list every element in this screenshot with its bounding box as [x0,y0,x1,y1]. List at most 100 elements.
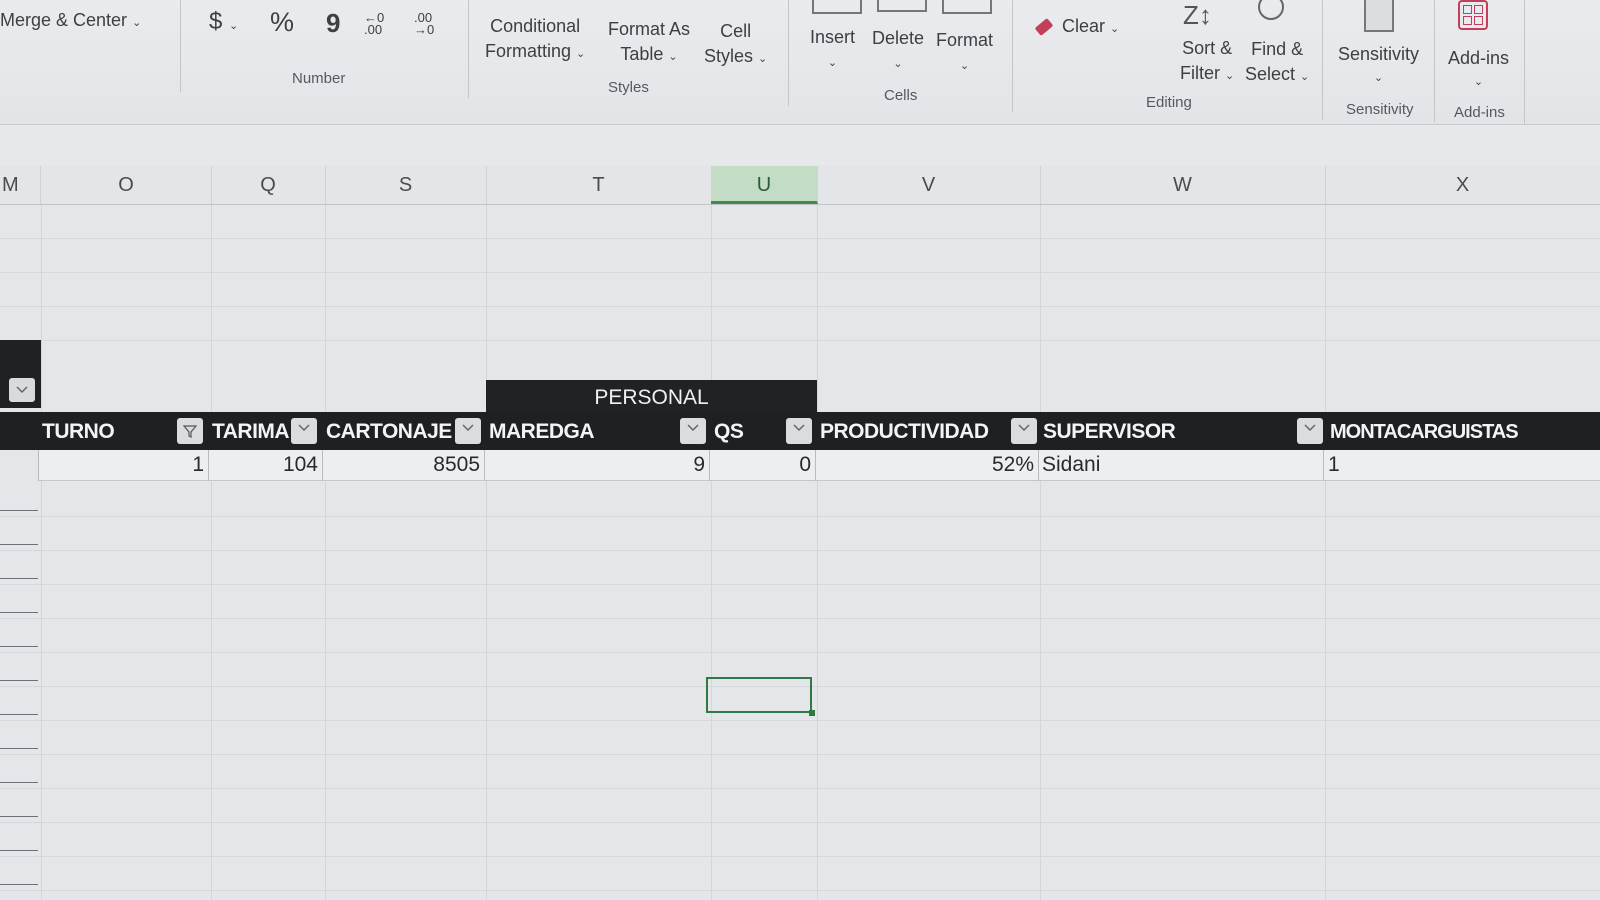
filter-dropdown-button[interactable] [291,418,317,444]
column-header-s[interactable]: S [325,166,487,204]
grid-line [1325,205,1326,900]
format-as-table-label-2: Table [620,44,664,64]
add-ins-label: Add-ins [1448,48,1510,68]
cell-productividad[interactable]: 52% [817,450,1034,480]
cell-border [208,450,209,481]
column-header-m[interactable]: M [0,166,41,204]
header-supervisor: SUPERVISOR [1043,420,1176,443]
increase-decimal-button[interactable]: ←0 .00 [364,11,394,36]
decrease-decimal-button[interactable]: .00 →0 [414,11,444,36]
chevron-down-icon [793,424,805,432]
chevron-down-icon [462,424,474,432]
cell-border [484,450,485,481]
filter-dropdown-button[interactable] [455,418,481,444]
column-header-o[interactable]: O [41,166,212,204]
grid-line [0,822,1600,823]
row-border-mark [0,510,38,511]
row-border-mark [0,578,38,579]
cell-styles-label-1: Cell [720,21,752,41]
chevron-down-icon: ⌄ [1110,23,1120,35]
row-border-mark [0,782,38,783]
chevron-down-icon: ⌄ [576,48,586,60]
format-cells-icon [942,0,992,14]
active-cell[interactable] [706,677,812,713]
format-label: Format [936,30,994,50]
row-border-mark [0,680,38,681]
group-separator [180,0,181,92]
fill-handle[interactable] [809,710,815,716]
grid-line [325,205,326,900]
grid-line [0,618,1600,619]
find-select-button[interactable]: Find & Select ⌄ [1245,37,1309,90]
filter-dropdown-button[interactable] [9,378,35,402]
chevron-down-icon: ⌄ [132,17,142,29]
group-title-add-ins: Add-ins [1454,104,1505,121]
add-ins-button[interactable]: Add-ins ⌄ [1448,46,1509,94]
group-separator [1524,0,1525,124]
grid-line [0,516,1600,517]
insert-cells-icon [812,0,862,14]
delete-button[interactable]: Delete ⌄ [872,25,924,77]
grid-line [0,754,1600,755]
header-qs: QS [714,420,744,443]
conditional-formatting-button[interactable]: Conditional Formatting ⌄ [485,14,585,67]
column-header-v[interactable]: V [817,166,1041,204]
delete-label: Delete [872,28,925,48]
header-tarima: TARIMA [212,420,290,443]
group-title-styles: Styles [608,79,649,96]
row-border-mark [0,748,38,749]
percent-button[interactable]: % [270,7,294,38]
cell-qs[interactable]: 0 [711,450,811,480]
header-maredga: MAREDGA [489,420,595,443]
cell-cartonaje[interactable]: 8505 [324,450,480,480]
sensitivity-button[interactable]: Sensitivity ⌄ [1338,42,1419,90]
chevron-down-icon [1304,424,1316,432]
grid-line [0,652,1600,653]
filter-dropdown-button[interactable] [1011,418,1037,444]
row-border-mark [0,544,38,545]
ribbon: Merge & Center ⌄ $ ⌄ % 9 ←0 .00 .00 →0 N… [0,0,1600,125]
column-header-x[interactable]: X [1325,166,1600,204]
cell-border [815,450,816,481]
format-as-table-button[interactable]: Format As Table ⌄ [608,17,690,70]
header-turno: TURNO [42,420,115,443]
cell-turno[interactable]: 1 [40,450,204,480]
column-header-q[interactable]: Q [211,166,326,204]
chevron-down-icon: ⌄ [668,51,678,63]
worksheet-grid[interactable] [0,205,1600,900]
filter-dropdown-button[interactable] [680,418,706,444]
cell-maredga[interactable]: 9 [486,450,705,480]
find-select-label-1: Find & [1251,39,1304,59]
delete-cells-icon [877,0,927,12]
sort-filter-button[interactable]: Sort & Filter ⌄ [1180,36,1234,89]
format-as-table-label-1: Format As [608,19,691,39]
column-header-t[interactable]: T [486,166,712,204]
grid-line [0,238,1600,239]
currency-button[interactable]: $ ⌄ [209,8,238,36]
chevron-down-icon: ⌄ [1300,71,1310,83]
filter-dropdown-button[interactable] [1297,418,1323,444]
merge-center-button[interactable]: Merge & Center ⌄ [0,10,141,31]
group-separator [468,0,469,98]
column-header-u[interactable]: U [711,166,818,204]
cell-tarima[interactable]: 104 [210,450,318,480]
format-button[interactable]: Format ⌄ [936,27,993,79]
cell-supervisor[interactable]: Sidani [1042,450,1312,480]
header-montacarguistas: MONTACARGUISTAS [1330,421,1519,443]
filter-active-button[interactable] [177,418,203,444]
insert-button[interactable]: Insert ⌄ [810,24,855,76]
cell-styles-button[interactable]: Cell Styles ⌄ [704,19,767,72]
row-border-mark [0,816,38,817]
comma-style-button[interactable]: 9 [326,8,340,39]
filter-dropdown-button[interactable] [786,418,812,444]
clear-button[interactable]: Clear ⌄ [1034,16,1120,37]
grid-line [41,205,42,900]
chevron-down-icon: ⌄ [959,60,970,72]
column-header-w[interactable]: W [1040,166,1326,204]
cell-montacarguistas[interactable]: 1 [1328,450,1588,480]
sort-filter-label-1: Sort & [1182,38,1233,58]
row-border-mark [0,850,38,851]
chevron-down-icon [1018,424,1030,432]
chevron-down-icon [687,424,699,432]
group-title-sensitivity: Sensitivity [1346,101,1414,118]
